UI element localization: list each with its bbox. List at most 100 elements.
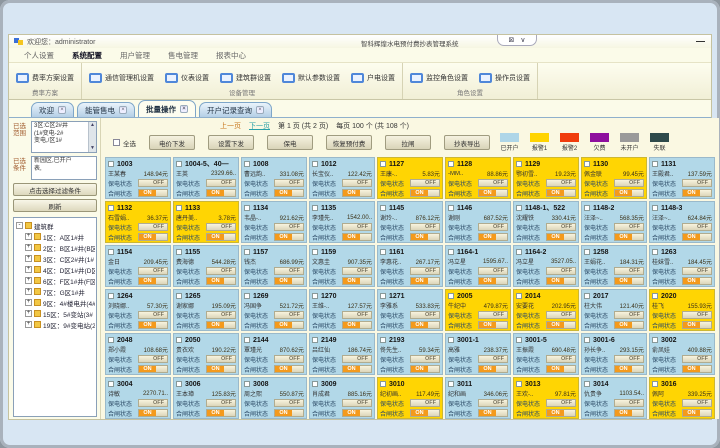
switch-toggle[interactable]: ON — [682, 277, 712, 285]
choose-filter-button[interactable]: 点击选择过滤条件 — [13, 183, 97, 196]
protect-toggle[interactable]: OFF — [206, 399, 236, 407]
switch-toggle[interactable]: ON — [342, 365, 372, 373]
card-checkbox[interactable] — [584, 381, 590, 387]
meter-card-3009[interactable]: 3009肖成君885.16元保电状态OFF合闸状态ON — [309, 377, 375, 419]
protect-toggle[interactable]: OFF — [410, 399, 440, 407]
protect-toggle[interactable]: OFF — [410, 311, 440, 319]
card-checkbox[interactable] — [584, 293, 590, 299]
switch-toggle[interactable]: ON — [138, 409, 168, 417]
protect-toggle[interactable]: OFF — [546, 179, 576, 187]
protect-toggle[interactable]: OFF — [546, 267, 576, 275]
switch-toggle[interactable]: ON — [478, 189, 508, 197]
card-checkbox[interactable] — [244, 293, 250, 299]
switch-toggle[interactable]: ON — [546, 365, 576, 373]
ribbon-button-默认参数设置[interactable]: 默认参数设置 — [280, 72, 342, 84]
expand-expander-icon[interactable]: + — [25, 288, 32, 295]
meter-card-3006[interactable]: 3006王本璋125.83元保电状态OFF合闸状态ON — [173, 377, 239, 419]
meter-card-1148-2[interactable]: 1148-2汪泽~..568.35元保电状态OFF合闸状态ON — [581, 201, 647, 243]
meter-card-1135[interactable]: 1135李瑾先..1542.00..保电状态OFF合闸状态ON — [309, 201, 375, 243]
switch-toggle[interactable]: ON — [206, 365, 236, 373]
card-checkbox[interactable] — [516, 205, 522, 211]
switch-toggle[interactable]: ON — [206, 189, 236, 197]
meter-card-3002[interactable]: 3002俞凤娃409.88元保电状态OFF合闸状态ON — [649, 333, 715, 375]
expand-expander-icon[interactable]: + — [25, 299, 32, 306]
switch-toggle[interactable]: ON — [478, 409, 508, 417]
protect-toggle[interactable]: OFF — [614, 311, 644, 319]
expand-expander-icon[interactable]: + — [25, 233, 32, 240]
card-checkbox[interactable] — [652, 161, 658, 167]
card-checkbox[interactable] — [448, 381, 454, 387]
switch-toggle[interactable]: ON — [410, 233, 440, 241]
meter-card-1155[interactable]: 1155费海德544.28元保电状态OFF合闸状态ON — [173, 245, 239, 287]
close-icon[interactable]: × — [256, 106, 264, 114]
expand-expander-icon[interactable]: + — [25, 310, 32, 317]
protect-toggle[interactable]: OFF — [410, 355, 440, 363]
protect-toggle[interactable]: OFF — [274, 355, 304, 363]
card-checkbox[interactable] — [516, 293, 522, 299]
tree-item[interactable]: +7区：G区1#井 — [16, 286, 95, 297]
switch-toggle[interactable]: ON — [138, 365, 168, 373]
card-checkbox[interactable] — [380, 381, 386, 387]
meter-card-3004[interactable]: 3004诗敏2270.71..保电状态OFF合闸状态ON — [105, 377, 171, 419]
meter-card-3010[interactable]: 3010纪初画..117.49元保电状态OFF合闸状态ON — [377, 377, 443, 419]
tree-root[interactable]: -建筑群 — [16, 220, 95, 231]
switch-toggle[interactable]: ON — [614, 365, 644, 373]
card-checkbox[interactable] — [176, 337, 182, 343]
card-checkbox[interactable] — [516, 381, 522, 387]
meter-card-1270[interactable]: 1270王维-..127.57元保电状态OFF合闸状态ON — [309, 289, 375, 331]
meter-card-1127[interactable]: 1127王康-..5.83元保电状态OFF合闸状态ON — [377, 157, 443, 199]
card-checkbox[interactable] — [244, 337, 250, 343]
switch-toggle[interactable]: ON — [410, 277, 440, 285]
switch-toggle[interactable]: ON — [274, 189, 304, 197]
card-checkbox[interactable] — [652, 337, 658, 343]
switch-toggle[interactable]: ON — [478, 233, 508, 241]
protect-toggle[interactable]: OFF — [682, 399, 712, 407]
switch-toggle[interactable]: ON — [206, 277, 236, 285]
protect-toggle[interactable]: OFF — [274, 223, 304, 231]
card-checkbox[interactable] — [108, 337, 114, 343]
scrollbar[interactable]: ▲▼ — [88, 122, 96, 152]
ribbon-button-费率方案设置[interactable]: 费率方案设置 — [14, 72, 76, 84]
protect-toggle[interactable]: OFF — [478, 399, 508, 407]
card-checkbox[interactable] — [312, 293, 318, 299]
meter-card-3001-1[interactable]: 3001-1高雅238.37元保电状态OFF合闸状态ON — [445, 333, 511, 375]
meter-card-2005[interactable]: 2005牛纪中479.87元保电状态OFF合闸状态ON — [445, 289, 511, 331]
card-checkbox[interactable] — [108, 161, 114, 167]
next-page-link[interactable]: 下一页 — [249, 121, 270, 131]
menu-item-系统配置[interactable]: 系统配置 — [65, 49, 109, 62]
meter-card-1128[interactable]: 1128-MM..88.86元保电状态OFF合闸状态ON — [445, 157, 511, 199]
tree-item[interactable]: +15区：5#变站(3# — [16, 308, 95, 319]
protect-toggle[interactable]: OFF — [274, 179, 304, 187]
select-all-control[interactable]: 全选 — [113, 138, 136, 148]
switch-toggle[interactable]: ON — [138, 189, 168, 197]
protect-toggle[interactable]: OFF — [138, 399, 168, 407]
expand-expander-icon[interactable]: + — [25, 266, 32, 273]
switch-toggle[interactable]: ON — [682, 365, 712, 373]
switch-toggle[interactable]: ON — [614, 233, 644, 241]
card-checkbox[interactable] — [244, 381, 250, 387]
meter-card-1157[interactable]: 1157钱杰686.99元保电状态OFF合闸状态ON — [241, 245, 307, 287]
card-checkbox[interactable] — [448, 249, 454, 255]
meter-card-1164-2[interactable]: 1164-2冯立星3527.05..保电状态OFF合闸状态ON — [513, 245, 579, 287]
meter-card-1003[interactable]: 1003王某春148.94元保电状态OFF合闸状态ON — [105, 157, 171, 199]
card-checkbox[interactable] — [448, 293, 454, 299]
switch-toggle[interactable]: ON — [274, 277, 304, 285]
switch-toggle[interactable]: ON — [410, 189, 440, 197]
card-checkbox[interactable] — [176, 161, 182, 167]
card-checkbox[interactable] — [244, 249, 250, 255]
protect-toggle[interactable]: OFF — [410, 179, 440, 187]
switch-toggle[interactable]: ON — [274, 321, 304, 329]
card-checkbox[interactable] — [652, 293, 658, 299]
protect-toggle[interactable]: OFF — [342, 399, 372, 407]
protect-toggle[interactable]: OFF — [682, 311, 712, 319]
protect-toggle[interactable]: OFF — [682, 267, 712, 275]
card-checkbox[interactable] — [176, 205, 182, 211]
meter-card-2144[interactable]: 2144覃瑾光870.62元保电状态OFF合闸状态ON — [241, 333, 307, 375]
card-checkbox[interactable] — [516, 161, 522, 167]
toolbar-button-拉闸[interactable]: 拉闸 — [385, 135, 431, 150]
collapse-expander-icon[interactable]: - — [16, 222, 23, 229]
tree-item[interactable]: +2区：B区1#井(B区1 — [16, 242, 95, 253]
switch-toggle[interactable]: ON — [546, 321, 576, 329]
switch-toggle[interactable]: ON — [138, 277, 168, 285]
protect-toggle[interactable]: OFF — [274, 311, 304, 319]
